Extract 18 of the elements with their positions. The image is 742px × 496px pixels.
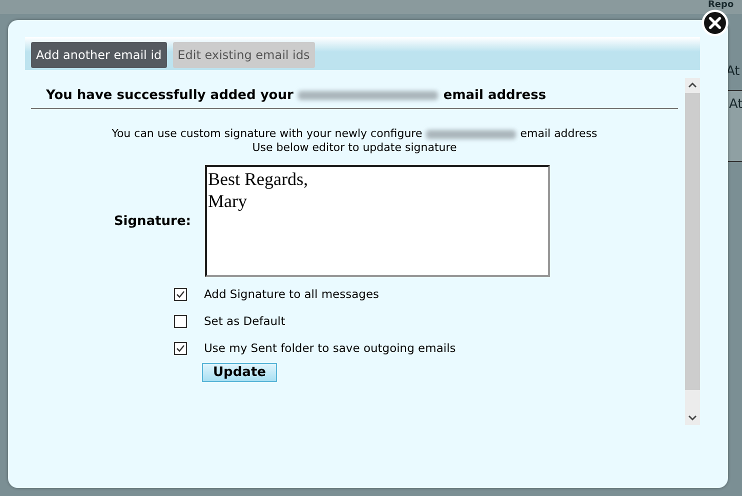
scrollbar[interactable]	[685, 78, 700, 425]
signature-label: Signature:	[112, 214, 192, 228]
success-message: You have successfully added your	[46, 88, 294, 103]
info-text: You can use custom signature with your newly configure	[112, 127, 422, 141]
info-text: Use below editor to update signature	[251, 141, 458, 155]
checkbox[interactable]	[174, 314, 187, 328]
checkbox-label: Add Signature to all messages	[204, 287, 380, 301]
checkbox-label: Use my Sent folder to save outgoing emails	[204, 341, 456, 355]
signature-field[interactable]: Best Regards, Mary	[205, 165, 550, 277]
update-button[interactable]: Update	[202, 363, 277, 382]
page-heading: Repo	[708, 0, 734, 11]
tab[interactable]: Edit existing email ids	[172, 42, 315, 68]
checkbox-label: Set as Default	[204, 314, 286, 328]
checkbox[interactable]	[174, 342, 187, 354]
checkbox[interactable]	[174, 288, 187, 300]
info-text: email address	[520, 127, 598, 141]
tab[interactable]: Add another email id	[31, 42, 167, 68]
success-message: email address	[443, 88, 546, 103]
